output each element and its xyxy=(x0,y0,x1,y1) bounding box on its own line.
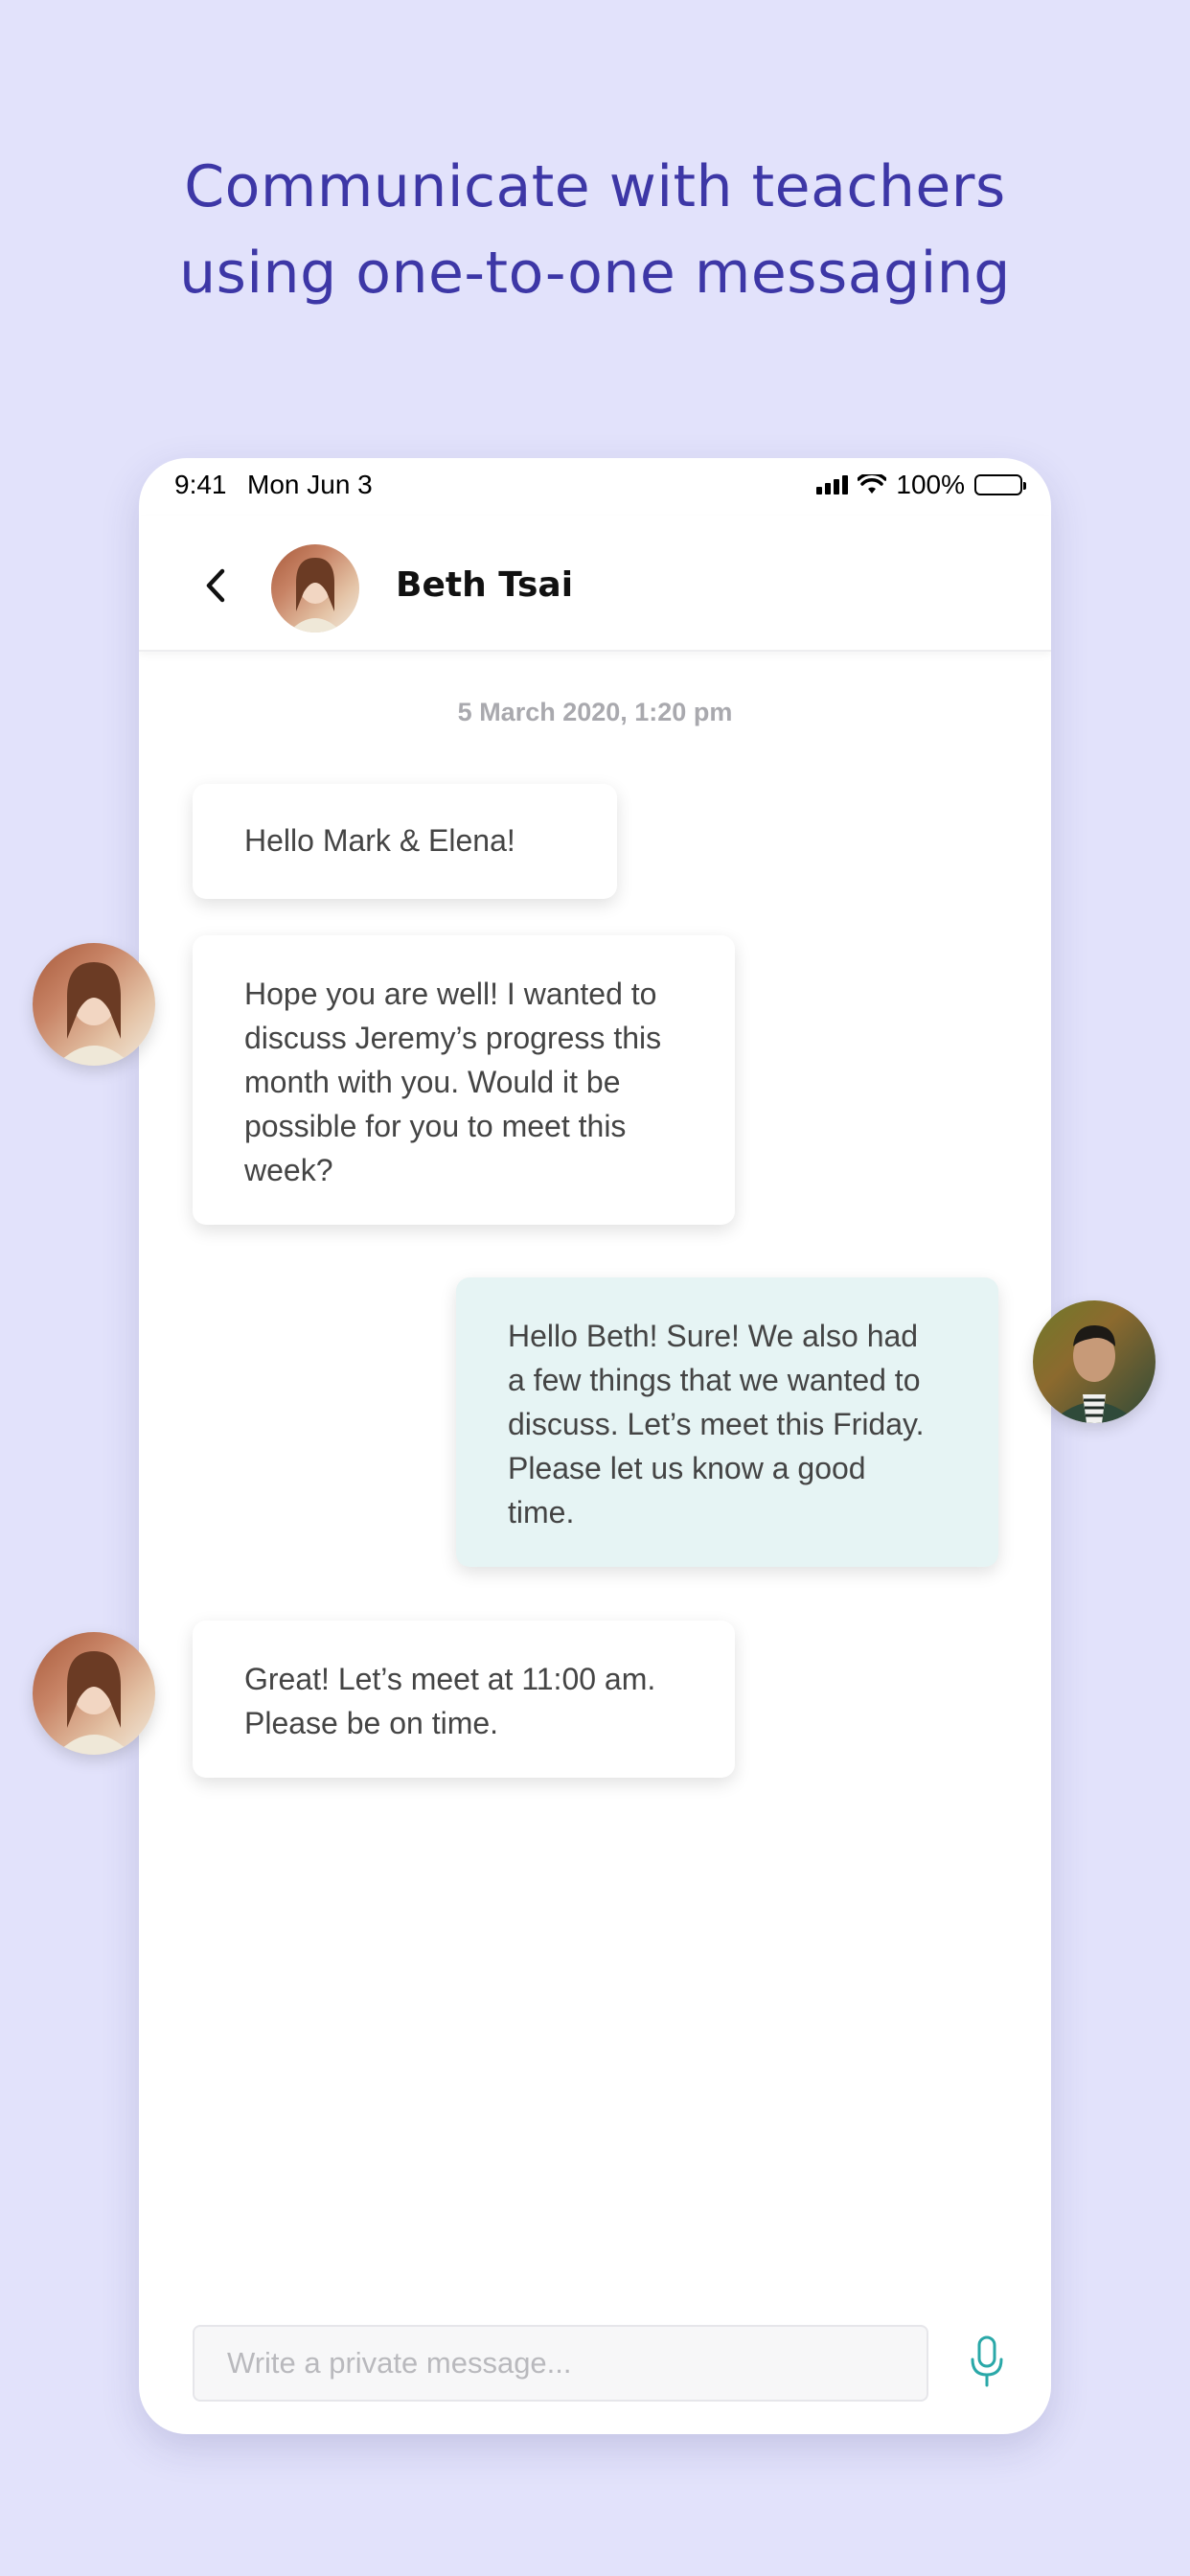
message-timestamp: 5 March 2020, 1:20 pm xyxy=(457,698,733,726)
contact-name: Beth Tsai xyxy=(396,565,574,605)
user-avatar xyxy=(1033,1300,1156,1423)
sender-avatar xyxy=(33,1632,155,1755)
message-bubble-sent: Hello Beth! Sure! We also had a few thin… xyxy=(456,1277,998,1567)
wifi-icon xyxy=(858,474,887,494)
status-bar: 9:41 Mon Jun 3 100% xyxy=(139,458,1051,516)
message-input[interactable]: Write a private message... xyxy=(193,2325,928,2402)
microphone-icon[interactable] xyxy=(968,2334,1006,2388)
headline-line-1: Communicate with teachers xyxy=(184,153,1006,220)
message-bubble-received: Hope you are well! I wanted to discuss J… xyxy=(193,935,735,1225)
status-right: 100% xyxy=(816,470,1026,500)
battery-percent: 100% xyxy=(896,470,965,499)
headline: Communicate with teachers using one-to-o… xyxy=(0,144,1190,316)
headline-line-2: using one-to-one messaging xyxy=(179,240,1011,307)
signal-icon xyxy=(816,475,849,494)
status-date: Mon Jun 3 xyxy=(247,470,373,499)
device-frame: 9:41 Mon Jun 3 100% Beth Tsai 5 March 20… xyxy=(139,458,1051,2434)
battery-icon xyxy=(974,474,1026,495)
sender-avatar xyxy=(33,943,155,1066)
contact-avatar[interactable] xyxy=(271,544,359,632)
message-bubble-received: Great! Let’s meet at 11:00 am. Please be… xyxy=(193,1621,735,1778)
chat-header: Beth Tsai xyxy=(139,516,1051,652)
back-button[interactable] xyxy=(198,568,233,603)
chevron-left-icon xyxy=(206,568,225,603)
status-time: 9:41 xyxy=(174,470,227,499)
message-bubble-received: Hello Mark & Elena! xyxy=(193,784,617,899)
